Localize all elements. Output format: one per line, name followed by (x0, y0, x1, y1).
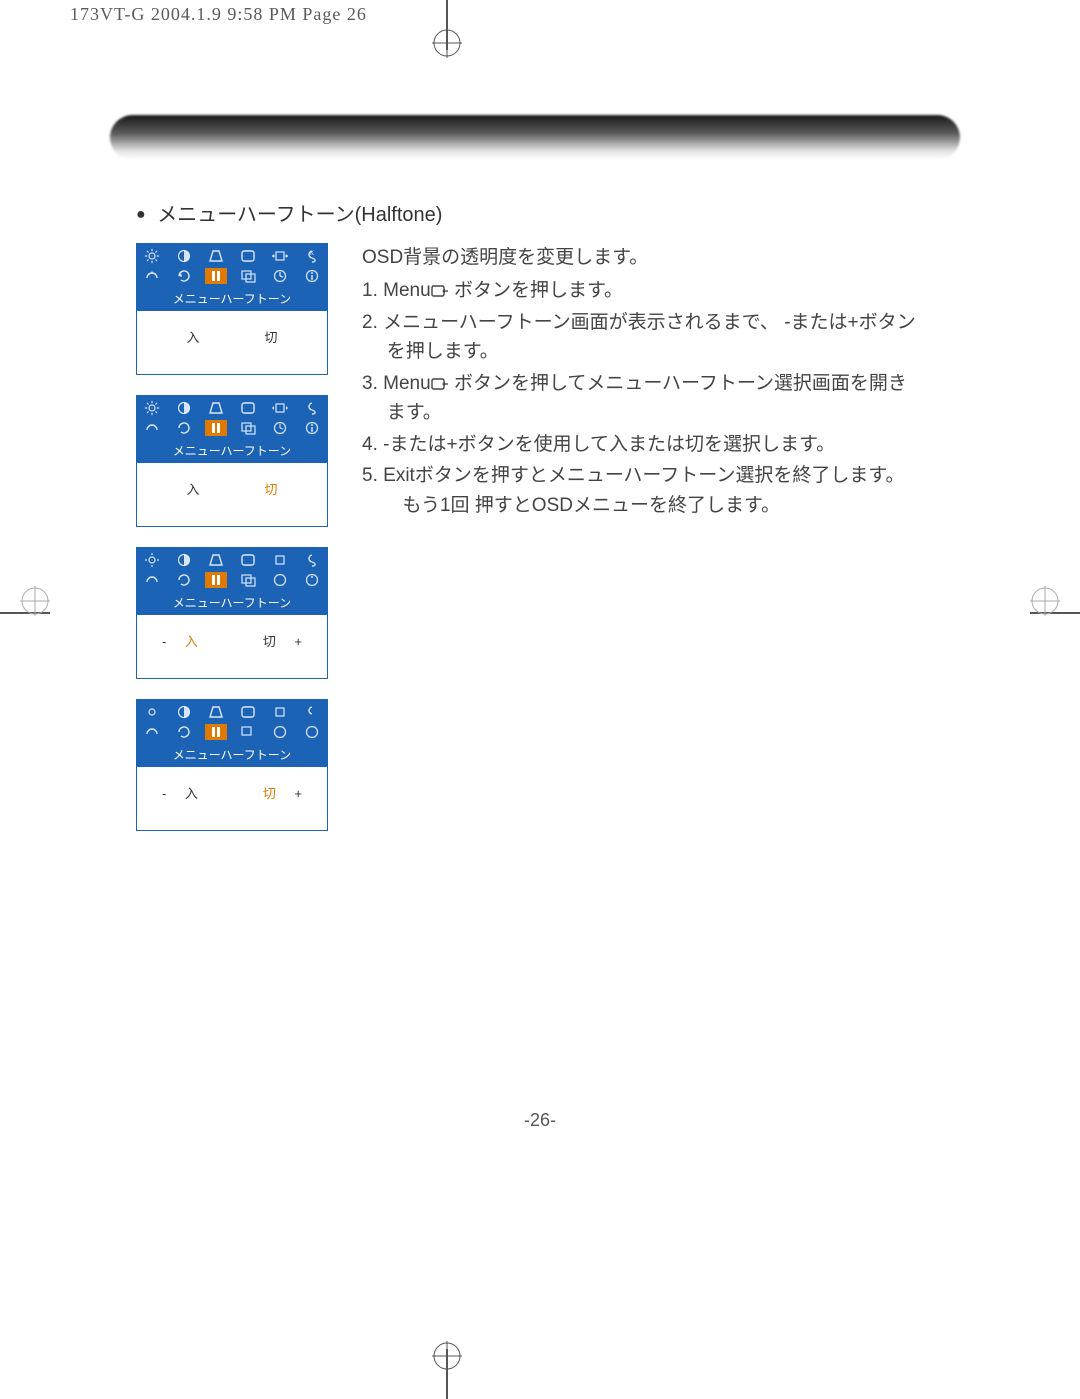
contrast-icon (173, 552, 195, 568)
color-icon (141, 572, 163, 588)
width-icon (269, 704, 291, 720)
rect-icon (237, 248, 259, 264)
page-number: -26- (0, 1110, 1080, 1131)
section-bullet: ● (136, 206, 146, 223)
osd-option-on: 入 (170, 479, 216, 498)
osd-panel-stack: K メニューハーフトーン (136, 243, 328, 831)
position-icon (237, 724, 259, 740)
width-icon (269, 552, 291, 568)
menu-enter-icon (431, 378, 449, 394)
degauss-icon (301, 552, 323, 568)
osd-panel: メニューハーフトーン -入 切+ (136, 699, 328, 831)
osd-option-on: 入 (170, 327, 216, 346)
osd-menu-label: メニューハーフトーン (137, 440, 327, 463)
info-icon (301, 420, 323, 436)
rect-icon (237, 400, 259, 416)
osd-body: 入 切 (137, 311, 327, 374)
info-icon (301, 724, 323, 740)
file-header: 173VT-G 2004.1.9 9:58 PM Page 26 (70, 4, 367, 25)
section-title: ● メニューハーフトーン(Halftone) (136, 198, 922, 227)
osd-body: -入 切+ (137, 615, 327, 678)
color-icon (141, 724, 163, 740)
brightness-icon (141, 248, 163, 264)
contrast-icon (173, 248, 195, 264)
brightness-icon (141, 704, 163, 720)
instructions: OSD背景の透明度を変更します。 1. Menu ボタンを押します。 2. メニ… (362, 243, 922, 522)
width-icon (269, 400, 291, 416)
osd-option-off: 切 (248, 479, 294, 498)
instructions-intro: OSD背景の透明度を変更します。 (362, 243, 922, 272)
trapezoid-icon (205, 248, 227, 264)
svg-text:K: K (310, 251, 314, 257)
osd-option-on: 入 (168, 783, 214, 802)
info-icon (301, 572, 323, 588)
crop-mark-circle-top (432, 28, 462, 58)
trapezoid-icon (205, 704, 227, 720)
section-title-text: メニューハーフトーン(Halftone) (157, 204, 442, 226)
osd-option-off: 切 (246, 631, 292, 650)
instruction-step: 5. Exitボタンを押すとメニューハーフトーン選択を終了します。 もう1回 押… (362, 461, 922, 520)
rect-icon (237, 704, 259, 720)
instruction-step: 2. メニューハーフトーン画面が表示されるまで、 -または+ボタンを押します。 (362, 308, 922, 367)
osd-menu-label: メニューハーフトーン (137, 288, 327, 311)
osd-option-on: 入 (168, 631, 214, 650)
refresh-icon (173, 420, 195, 436)
color-icon (141, 420, 163, 436)
osd-panel: K メニューハーフトーン (136, 243, 328, 375)
crop-mark-circle-right (1030, 586, 1060, 616)
osd-panel: メニューハーフトーン 入 切 (136, 395, 328, 527)
osd-body: 入 切 (137, 463, 327, 526)
color-icon (141, 268, 163, 284)
brightness-icon (141, 400, 163, 416)
header-gradient-bar (110, 115, 960, 160)
rect-icon (237, 552, 259, 568)
crop-mark-circle-bottom (432, 1341, 462, 1371)
position-icon (237, 420, 259, 436)
contrast-icon (173, 400, 195, 416)
degauss-icon (301, 400, 323, 416)
contrast-icon (173, 704, 195, 720)
clock-icon (269, 268, 291, 284)
degauss-icon: K (301, 248, 323, 264)
degauss-icon (301, 704, 323, 720)
menu-enter-icon (431, 285, 449, 301)
osd-header (137, 396, 327, 440)
clock-icon (269, 724, 291, 740)
osd-header (137, 700, 327, 744)
osd-option-off: 切 (246, 783, 292, 802)
refresh-icon (173, 268, 195, 284)
osd-panel: メニューハーフトーン -入 切+ (136, 547, 328, 679)
osd-body: -入 切+ (137, 767, 327, 830)
brightness-icon (141, 552, 163, 568)
trapezoid-icon (205, 400, 227, 416)
width-icon (269, 248, 291, 264)
halftone-icon (205, 572, 227, 588)
clock-icon (269, 572, 291, 588)
instruction-step: 1. Menu ボタンを押します。 (362, 276, 922, 305)
trapezoid-icon (205, 552, 227, 568)
position-icon (237, 572, 259, 588)
instruction-step: 3. Menu ボタンを押してメニューハーフトーン選択画面を開きます。 (362, 369, 922, 428)
position-icon (237, 268, 259, 284)
osd-header: K (137, 244, 327, 288)
crop-mark-circle-left (20, 586, 50, 616)
info-icon (301, 268, 323, 284)
osd-menu-label: メニューハーフトーン (137, 592, 327, 615)
osd-header (137, 548, 327, 592)
clock-icon (269, 420, 291, 436)
osd-menu-label: メニューハーフトーン (137, 744, 327, 767)
halftone-icon (205, 420, 227, 436)
halftone-icon (205, 268, 227, 284)
halftone-icon (205, 724, 227, 740)
osd-option-off: 切 (248, 327, 294, 346)
instruction-step: 4. -または+ボタンを使用して入または切を選択します。 (362, 430, 922, 459)
refresh-icon (173, 724, 195, 740)
refresh-icon (173, 572, 195, 588)
